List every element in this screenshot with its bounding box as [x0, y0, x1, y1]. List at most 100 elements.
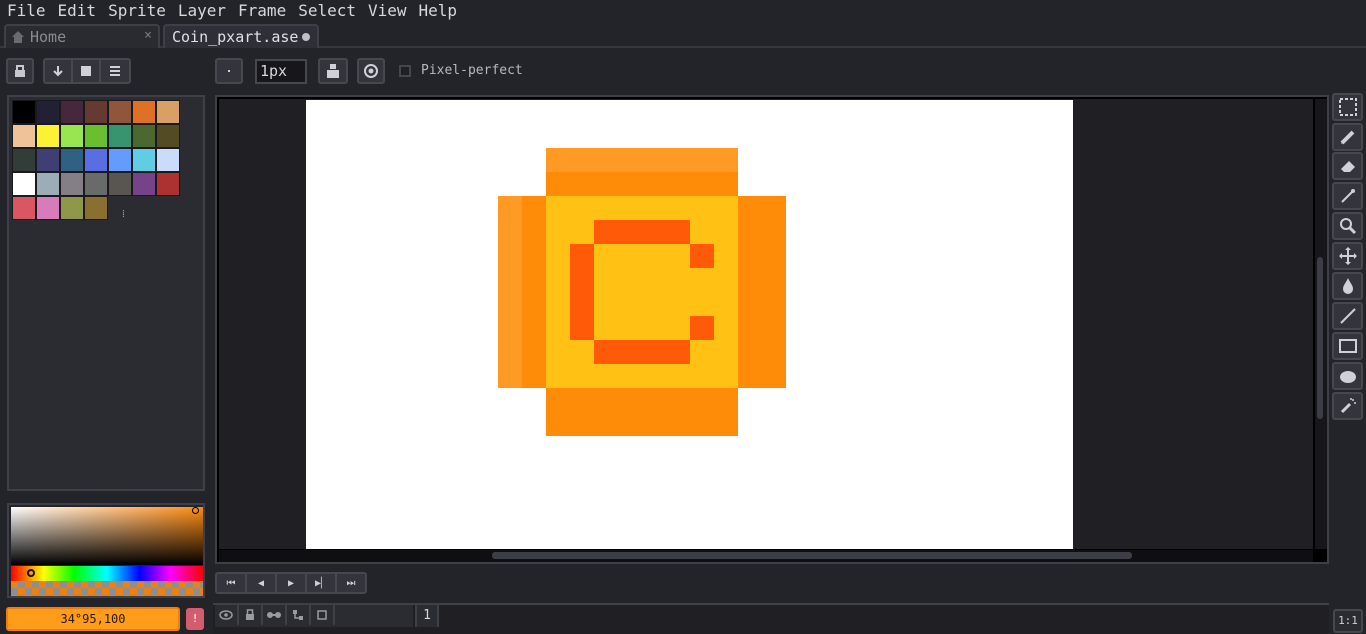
brush-type-button[interactable]	[215, 58, 243, 84]
frame-box-icon[interactable]	[311, 605, 335, 625]
eye-icon[interactable]	[215, 605, 239, 625]
palette-swatch[interactable]	[108, 124, 132, 148]
menu-file[interactable]: File	[0, 0, 52, 22]
alpha-slider[interactable]	[11, 581, 203, 596]
palette-swatch[interactable]	[60, 172, 84, 196]
padlock-icon[interactable]	[239, 605, 263, 625]
vertical-scroll-thumb[interactable]	[1317, 257, 1323, 419]
play-button[interactable]: ▶	[275, 572, 307, 594]
marquee-icon	[1338, 98, 1357, 116]
first-frame-button[interactable]: ⏮	[215, 572, 247, 594]
palette-menu-button[interactable]	[101, 60, 129, 82]
close-icon[interactable]: ×	[144, 28, 152, 43]
zoom-tool-button[interactable]	[1332, 212, 1363, 240]
rectangle-tool-button[interactable]	[1332, 332, 1363, 360]
arrow-down-icon	[53, 66, 63, 77]
palette-swatch[interactable]	[84, 100, 108, 124]
next-frame-icon: ▶▏	[314, 577, 328, 589]
palette-swatch[interactable]	[108, 172, 132, 196]
last-frame-button[interactable]: ⏭	[335, 572, 367, 594]
menu-frame[interactable]: Frame	[232, 0, 292, 22]
palette-swatch[interactable]	[84, 124, 108, 148]
next-frame-button[interactable]: ▶▏	[305, 572, 337, 594]
palette-swatch[interactable]	[84, 196, 108, 220]
coin-top-highlight	[546, 148, 738, 172]
menu-view[interactable]: View	[362, 0, 413, 22]
sprite-canvas[interactable]	[306, 100, 1073, 549]
timeline: 1	[213, 603, 1329, 634]
line-tool-button[interactable]	[1332, 302, 1363, 330]
sv-handle[interactable]	[192, 507, 199, 514]
palette-swatch[interactable]	[156, 124, 180, 148]
palette-swatch[interactable]	[36, 124, 60, 148]
palette-more-icon[interactable]: ⁞	[122, 207, 130, 220]
menu-help[interactable]: Help	[413, 0, 464, 22]
sort-palette-button[interactable]	[45, 60, 73, 82]
tab-home[interactable]: Home ×	[4, 24, 160, 48]
palette-swatch[interactable]	[84, 172, 108, 196]
blur-tool-button[interactable]	[1332, 392, 1363, 420]
palette-swatch[interactable]	[12, 124, 36, 148]
continuous-icon[interactable]	[263, 605, 287, 625]
palette-swatch[interactable]	[12, 172, 36, 196]
palette-swatch[interactable]	[156, 148, 180, 172]
frame-number[interactable]: 1	[415, 605, 439, 627]
palette-swatch[interactable]	[12, 196, 36, 220]
palette-swatch[interactable]	[12, 100, 36, 124]
menu-edit[interactable]: Edit	[52, 0, 103, 22]
disk-icon	[81, 66, 91, 76]
palette-swatch[interactable]	[84, 148, 108, 172]
zoom-reset-button[interactable]: 1:1	[1333, 609, 1363, 633]
playback-controls: ⏮ ◀ ▶ ▶▏ ⏭	[215, 572, 367, 594]
tab-file[interactable]: Coin_pxart.ase	[163, 24, 319, 48]
hue-slider[interactable]	[11, 566, 203, 581]
palette-swatch[interactable]	[60, 148, 84, 172]
palette-swatch[interactable]	[36, 196, 60, 220]
eraser-icon	[1340, 161, 1355, 172]
fill-tool-button[interactable]	[1332, 272, 1363, 300]
brush-size-input[interactable]: 1px	[255, 59, 307, 84]
palette-swatch[interactable]	[132, 148, 156, 172]
horizontal-scrollbar[interactable]	[219, 550, 1313, 562]
contour-tool-button[interactable]	[1332, 362, 1363, 390]
layer-group-icon[interactable]	[287, 605, 311, 625]
horizontal-scroll-thumb[interactable]	[492, 552, 1132, 559]
move-tool-button[interactable]	[1332, 242, 1363, 270]
palette-swatch[interactable]	[60, 196, 84, 220]
palette-swatch[interactable]	[156, 172, 180, 196]
eyedropper-tool-button[interactable]	[1332, 182, 1363, 210]
save-palette-button[interactable]	[73, 60, 101, 82]
saturation-value-box[interactable]	[11, 507, 203, 565]
paint-drop-icon	[1342, 278, 1353, 294]
pressure-button[interactable]	[357, 58, 385, 84]
pixel-perfect-checkbox[interactable]	[399, 65, 411, 77]
palette-swatch[interactable]	[12, 148, 36, 172]
palette-swatch[interactable]	[156, 100, 180, 124]
menu-sprite[interactable]: Sprite	[102, 0, 172, 22]
color-value-field[interactable]: 34°95,100	[6, 607, 180, 631]
unsaved-dot-icon[interactable]	[302, 33, 310, 41]
palette-swatch[interactable]	[132, 172, 156, 196]
palette-swatch[interactable]	[60, 124, 84, 148]
palette-swatch[interactable]	[132, 100, 156, 124]
vertical-scrollbar[interactable]	[1315, 99, 1327, 549]
warning-icon[interactable]: !	[186, 608, 204, 630]
palette-swatch[interactable]	[36, 100, 60, 124]
palette-swatch[interactable]	[36, 172, 60, 196]
palette-swatch[interactable]	[36, 148, 60, 172]
palette-swatch[interactable]	[108, 148, 132, 172]
lock-palette-button[interactable]	[6, 58, 34, 84]
pencil-icon	[1340, 130, 1354, 145]
palette-swatch[interactable]	[60, 100, 84, 124]
ink-button[interactable]	[318, 58, 348, 84]
target-icon	[364, 64, 378, 78]
palette-swatch[interactable]	[132, 124, 156, 148]
pencil-tool-button[interactable]	[1332, 123, 1363, 151]
marquee-tool-button[interactable]	[1332, 93, 1363, 121]
hue-handle[interactable]	[27, 569, 35, 577]
previous-frame-button[interactable]: ◀	[245, 572, 277, 594]
palette-swatch[interactable]	[108, 100, 132, 124]
eraser-tool-button[interactable]	[1332, 152, 1363, 180]
menu-layer[interactable]: Layer	[172, 0, 232, 22]
menu-select[interactable]: Select	[292, 0, 362, 22]
